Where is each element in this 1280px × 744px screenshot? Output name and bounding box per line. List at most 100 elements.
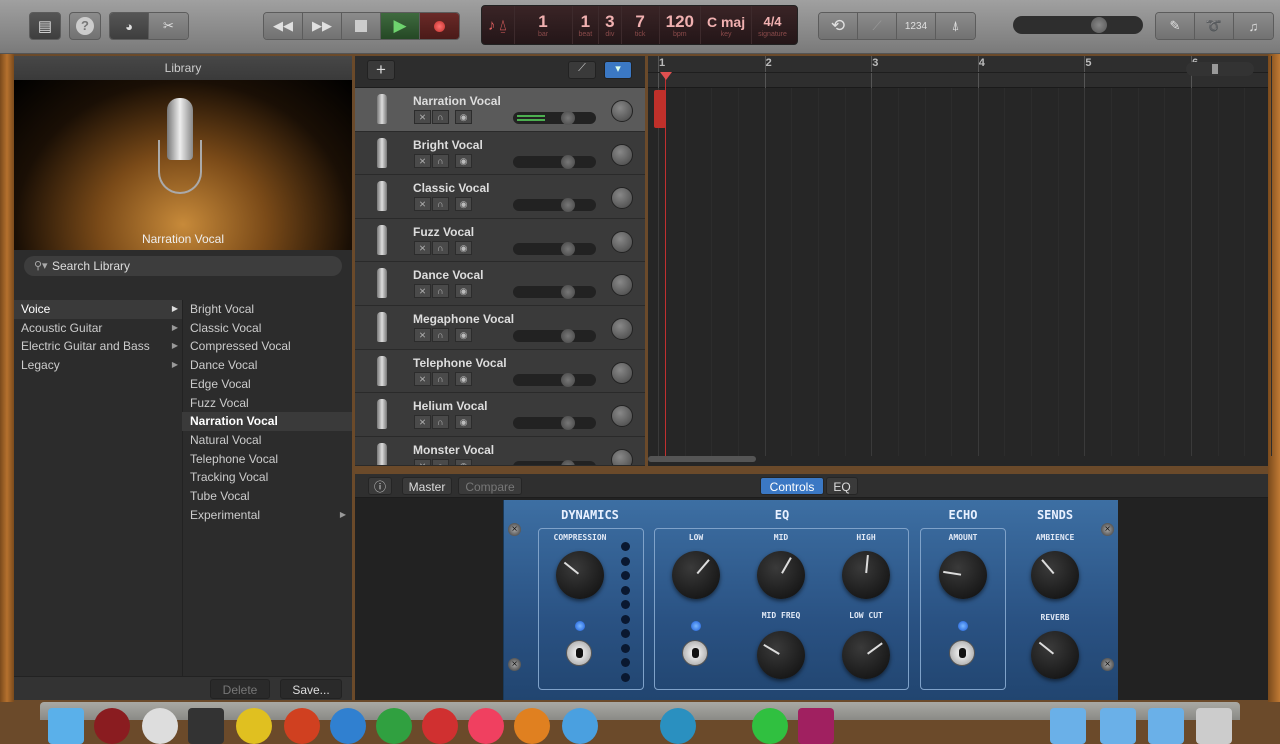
pan-knob[interactable] (611, 448, 633, 465)
track-name[interactable]: Fuzz Vocal (413, 225, 474, 239)
volume-thumb[interactable] (561, 372, 576, 387)
master-volume-thumb[interactable] (1090, 17, 1107, 33)
app-icon[interactable] (284, 708, 320, 744)
category-item[interactable]: Acoustic Guitar ▶ (14, 319, 182, 338)
patch-item[interactable]: Compressed Vocal (182, 337, 352, 356)
patch-item[interactable]: Natural Vocal (182, 431, 352, 450)
tab-eq[interactable]: EQ (826, 477, 858, 495)
help-button[interactable]: ? (69, 12, 101, 40)
patch-item[interactable]: Tube Vocal (182, 487, 352, 506)
track-volume-slider[interactable] (513, 329, 596, 343)
patch-item[interactable]: Dance Vocal (182, 356, 352, 375)
smart-controls-button[interactable]: ◕ (110, 13, 149, 39)
volume-thumb[interactable] (561, 285, 576, 300)
patch-item[interactable]: Narration Vocal (182, 412, 352, 431)
pan-knob[interactable] (611, 143, 633, 166)
pan-knob[interactable] (611, 361, 633, 384)
app-icon[interactable] (752, 708, 788, 744)
track-header[interactable]: Megaphone Vocal ⨯ ∩ ◉ (355, 306, 645, 350)
patch-item[interactable]: Bright Vocal (182, 300, 352, 319)
record-enable-button[interactable]: ◉ (455, 110, 472, 124)
delete-button[interactable]: Delete (210, 679, 270, 699)
trash-icon[interactable] (1196, 708, 1232, 744)
track-volume-slider[interactable] (513, 459, 596, 465)
finder-icon[interactable] (48, 708, 84, 744)
app-icon[interactable] (236, 708, 272, 744)
safari-icon[interactable] (142, 708, 178, 744)
headphones-button[interactable]: ∩ (432, 197, 449, 212)
mute-button[interactable]: ⨯ (414, 240, 431, 255)
track-volume-slider[interactable] (513, 416, 596, 431)
track-name[interactable]: Helium Vocal (413, 399, 487, 413)
record-enable-button[interactable]: ◉ (455, 328, 472, 342)
automation-button[interactable]: ⟋ (568, 61, 596, 79)
volume-thumb[interactable] (561, 416, 576, 431)
record-enable-button[interactable]: ◉ (455, 240, 472, 255)
lcd-display[interactable]: ♪ ⍙ 1 bar 1 beat 3 div 7 tick 120 bpm C maj key… (481, 5, 798, 45)
echo-toggle[interactable] (949, 640, 975, 666)
track-name[interactable]: Classic Vocal (413, 181, 490, 195)
category-item[interactable]: Voice ▶ (14, 300, 182, 319)
fast-forward-button[interactable]: ▶▶ (303, 13, 342, 39)
track-name[interactable]: Dance Vocal (413, 268, 483, 282)
category-item[interactable]: Electric Guitar and Bass ▶ (14, 337, 182, 356)
tempo-display[interactable]: 120 bpm (660, 6, 701, 44)
rewind-button[interactable]: ◀◀ (264, 13, 303, 39)
eq-toggle[interactable] (682, 640, 708, 666)
track-volume-slider[interactable] (513, 241, 596, 256)
pan-knob[interactable] (611, 405, 633, 428)
high-knob[interactable] (842, 551, 890, 599)
tuner-button[interactable]: ⟋ (858, 13, 897, 39)
mute-button[interactable]: ⨯ (414, 415, 431, 430)
volume-thumb[interactable] (561, 198, 576, 213)
mute-button[interactable]: ⨯ (414, 284, 431, 299)
track-name[interactable]: Monster Vocal (413, 443, 494, 457)
track-volume-slider[interactable] (513, 372, 596, 387)
zoom-slider[interactable] (1186, 62, 1254, 76)
notepad-button[interactable]: ✎ (1156, 13, 1195, 39)
headphones-button[interactable]: ∩ (432, 110, 449, 124)
master-volume-slider[interactable] (1013, 16, 1143, 34)
track-header[interactable]: Bright Vocal ⨯ ∩ ◉ (355, 131, 645, 176)
track-header[interactable]: Classic Vocal ⨯ ∩ ◉ (355, 175, 645, 219)
record-enable-button[interactable]: ◉ (455, 415, 472, 430)
track-header[interactable]: Helium Vocal ⨯ ∩ ◉ (355, 393, 645, 437)
pan-knob[interactable] (611, 230, 633, 253)
folder-icon[interactable] (1050, 708, 1086, 744)
patch-item[interactable]: Fuzz Vocal (182, 394, 352, 413)
track-name[interactable]: Telephone Vocal (413, 356, 507, 370)
horizontal-scrollbar[interactable] (648, 456, 756, 462)
pan-knob[interactable] (611, 274, 633, 297)
photos-icon[interactable] (514, 708, 550, 744)
folder-icon[interactable] (1100, 708, 1136, 744)
record-enable-button[interactable]: ◉ (455, 197, 472, 212)
track-name[interactable]: Narration Vocal (413, 94, 501, 108)
add-track-button[interactable]: + (367, 60, 395, 80)
patch-item[interactable]: Experimental ▶ (182, 506, 352, 525)
timeline[interactable]: 123456 (648, 56, 1272, 466)
smart-filter-button[interactable]: ▾ (604, 61, 632, 79)
track-volume-slider[interactable] (513, 285, 596, 300)
volume-thumb[interactable] (561, 329, 576, 343)
lcd-mode[interactable]: ♪ ⍙ (482, 6, 515, 44)
record-enable-button[interactable]: ◉ (455, 371, 472, 386)
playhead-handle[interactable] (660, 72, 672, 80)
mute-button[interactable]: ⨯ (414, 110, 431, 124)
track-header[interactable]: Telephone Vocal ⨯ ∩ ◉ (355, 349, 645, 394)
track-header[interactable]: Fuzz Vocal ⨯ ∩ ◉ (355, 218, 645, 263)
volume-thumb[interactable] (561, 241, 576, 256)
patch-item[interactable]: Edge Vocal (182, 375, 352, 394)
mid-freq-knob[interactable] (757, 631, 805, 679)
editors-button[interactable]: ✂ (149, 13, 188, 39)
headphones-button[interactable]: ∩ (432, 458, 449, 465)
app-icon[interactable] (94, 708, 130, 744)
low-knob[interactable] (672, 551, 720, 599)
headphones-button[interactable]: ∩ (432, 371, 449, 386)
app-icon[interactable] (798, 708, 834, 744)
record-enable-button[interactable]: ◉ (455, 153, 472, 168)
app-store-icon[interactable] (562, 708, 598, 744)
mid-knob[interactable] (757, 551, 805, 599)
play-button[interactable]: ▶ (381, 13, 420, 39)
record-enable-button[interactable]: ◉ (455, 458, 472, 465)
mute-button[interactable]: ⨯ (414, 328, 431, 342)
